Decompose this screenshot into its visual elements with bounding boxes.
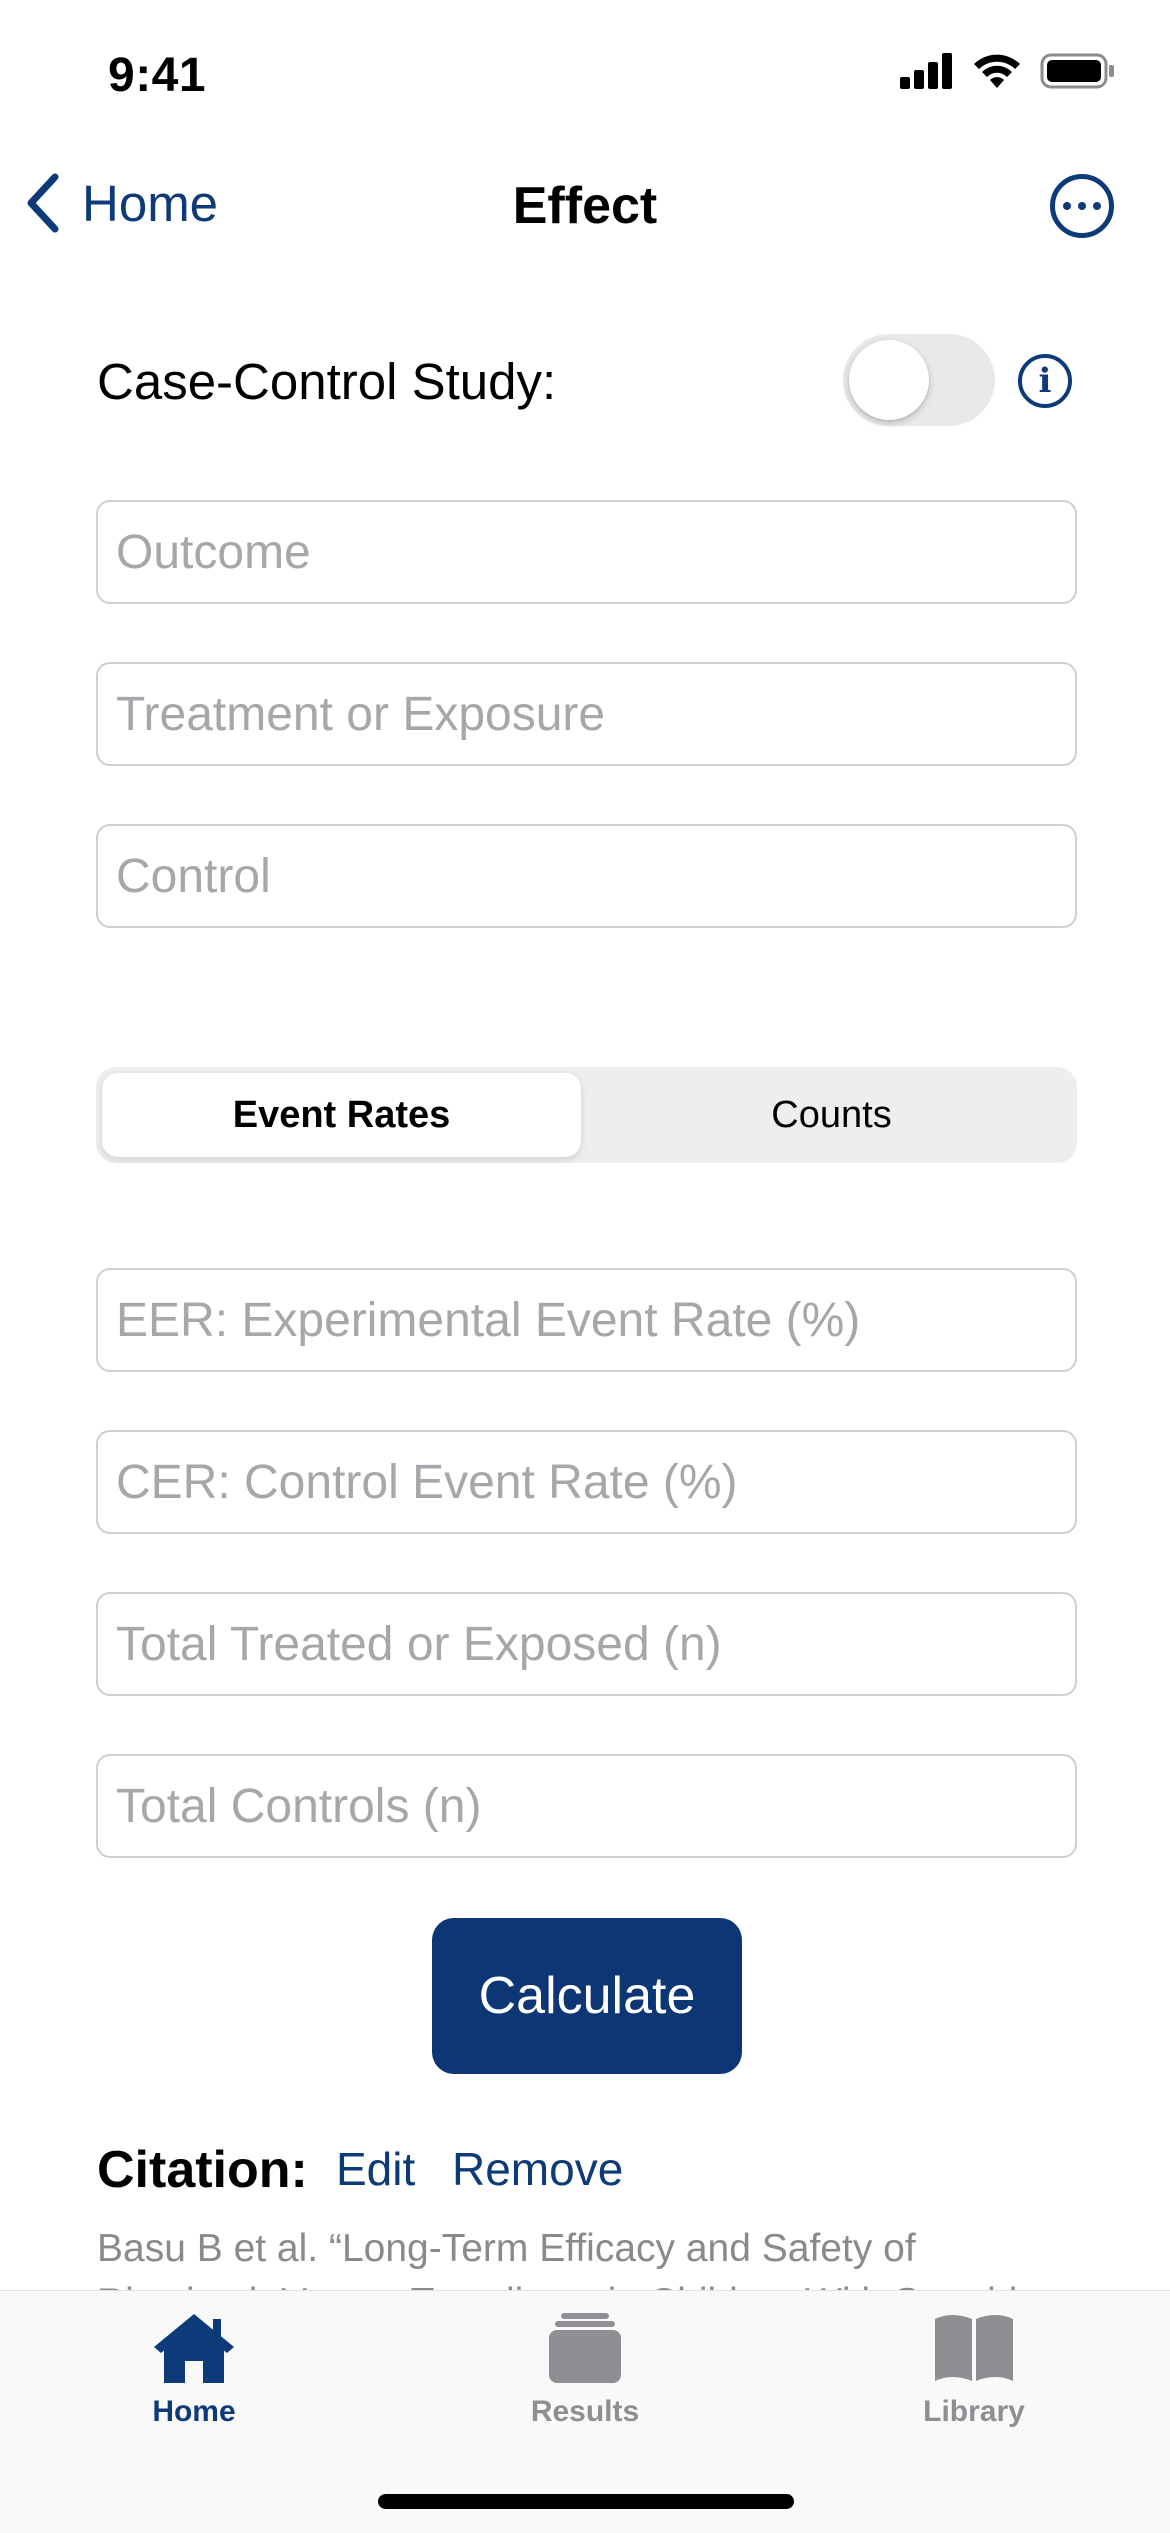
tab-home-label: Home [152, 2395, 236, 2428]
book-icon [935, 2315, 1013, 2381]
cer-field[interactable] [96, 1430, 1077, 1534]
treatment-field[interactable] [96, 662, 1077, 766]
treatment-input[interactable] [98, 664, 1075, 764]
eer-field[interactable] [96, 1268, 1077, 1372]
cellular-signal-icon [900, 53, 952, 89]
total-treated-field[interactable] [96, 1592, 1077, 1696]
tab-home[interactable]: Home [84, 2311, 304, 2429]
eer-input[interactable] [98, 1270, 1075, 1370]
citation-edit-link[interactable]: Edit [336, 2142, 415, 2196]
control-input[interactable] [98, 826, 1075, 926]
total-treated-input[interactable] [98, 1594, 1075, 1694]
segment-counts[interactable]: Counts [592, 1073, 1071, 1157]
tab-library[interactable]: Library [864, 2311, 1084, 2429]
tab-results-label: Results [530, 2395, 640, 2428]
battery-icon [1040, 53, 1114, 89]
page-title: Effect [512, 177, 658, 235]
segment-event-rates[interactable]: Event Rates [102, 1073, 581, 1157]
total-controls-input[interactable] [98, 1756, 1075, 1856]
case-control-toggle[interactable] [843, 334, 995, 426]
case-control-label: Case-Control Study: [97, 353, 557, 410]
home-indicator[interactable] [378, 2494, 794, 2509]
house-icon [154, 2314, 234, 2383]
total-controls-field[interactable] [96, 1754, 1077, 1858]
outcome-input[interactable] [98, 502, 1075, 602]
citation-remove-link[interactable]: Remove [452, 2142, 623, 2196]
calculate-button[interactable]: Calculate [432, 1918, 742, 2074]
more-options-button[interactable] [1050, 174, 1114, 238]
citation-text: Basu B et al. “Long-Term Efficacy and Sa… [97, 2227, 1017, 2298]
tab-library-label: Library [923, 2395, 1025, 2428]
info-icon[interactable]: i [1018, 354, 1072, 408]
tab-results[interactable]: Results [475, 2311, 695, 2429]
status-icons [900, 52, 1116, 90]
outcome-field[interactable] [96, 500, 1077, 604]
status-time: 9:41 [108, 49, 207, 102]
cer-input[interactable] [98, 1432, 1075, 1532]
stack-icon [549, 2313, 621, 2383]
toggle-knob [849, 340, 929, 420]
control-field[interactable] [96, 824, 1077, 928]
citation-label: Citation: [97, 2141, 308, 2199]
wifi-icon [974, 54, 1020, 88]
ellipsis-icon [1063, 202, 1071, 210]
mode-segmented-control[interactable]: Event Rates Counts [96, 1067, 1077, 1163]
